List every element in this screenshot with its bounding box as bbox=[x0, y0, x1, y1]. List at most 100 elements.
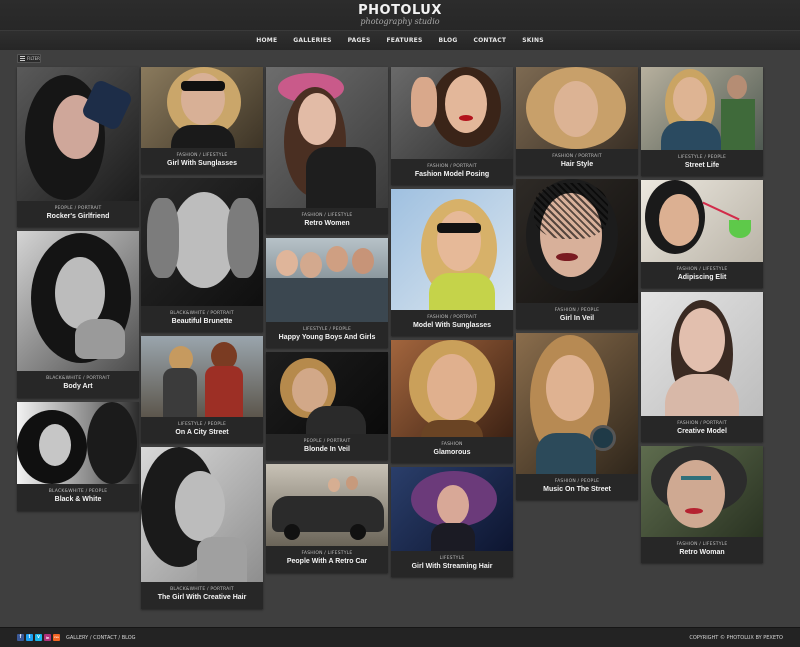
item-title: Street Life bbox=[684, 162, 720, 169]
twitter-icon[interactable]: t bbox=[26, 634, 33, 641]
item-category: FASHION / PORTRAIT bbox=[677, 421, 727, 426]
photo-glamorous bbox=[391, 340, 513, 437]
photo-girl-in-veil bbox=[516, 179, 638, 303]
gallery-item[interactable]: FASHION / LIFESTYLE Retro Women bbox=[266, 67, 388, 234]
vimeo-icon[interactable]: v bbox=[35, 634, 42, 641]
social-links: f t v in rss bbox=[17, 634, 60, 641]
photo-street-life bbox=[641, 67, 763, 150]
item-category: LIFESTYLE / PEOPLE bbox=[677, 155, 727, 160]
item-category: FASHION / LIFESTYLE bbox=[301, 213, 353, 218]
filter-button[interactable]: FILTER bbox=[17, 54, 41, 63]
footer-link-gallery[interactable]: GALLERY bbox=[66, 635, 88, 641]
item-category: LIFESTYLE / PEOPLE bbox=[302, 327, 352, 332]
main-nav: HOME GALLERIES PAGES FEATURES BLOG CONTA… bbox=[0, 30, 800, 50]
footer-separator: / bbox=[89, 635, 92, 641]
photo-girl-with-sunglasses bbox=[141, 67, 263, 148]
item-category: BLACK&WHITE / PORTRAIT bbox=[170, 311, 234, 316]
instagram-icon[interactable]: in bbox=[44, 634, 51, 641]
photo-beautiful-brunette bbox=[141, 178, 263, 306]
item-category: FASHION / LIFESTYLE bbox=[676, 542, 728, 547]
gallery-item[interactable]: FASHION / PEOPLE Girl In Veil bbox=[516, 179, 638, 329]
nav-item-home[interactable]: HOME bbox=[248, 37, 285, 44]
item-category: PEOPLE / PORTRAIT bbox=[54, 206, 102, 211]
item-title: Retro Woman bbox=[679, 549, 725, 556]
nav-item-contact[interactable]: CONTACT bbox=[465, 37, 514, 44]
item-title: Creative Model bbox=[677, 428, 727, 435]
filter-icon bbox=[20, 55, 25, 62]
gallery-item[interactable]: LIFESTYLE / PEOPLE Happy Young Boys And … bbox=[266, 238, 388, 348]
item-title: Girl With Sunglasses bbox=[167, 160, 237, 167]
item-category: FASHION / LIFESTYLE bbox=[676, 267, 728, 272]
photo-on-a-city-street bbox=[141, 336, 263, 417]
item-title: Girl With Streaming Hair bbox=[411, 563, 493, 570]
item-title: Girl In Veil bbox=[559, 315, 595, 322]
nav-item-galleries[interactable]: GALLERIES bbox=[285, 37, 339, 44]
item-category: BLACK&WHITE / PEOPLE bbox=[48, 489, 108, 494]
gallery-item[interactable]: PEOPLE / PORTRAIT Blonde In Veil bbox=[266, 352, 388, 460]
gallery-item[interactable]: LIFESTYLE / PEOPLE Street Life bbox=[641, 67, 763, 176]
nav-item-skins[interactable]: SKINS bbox=[514, 37, 552, 44]
photo-music-on-the-street bbox=[516, 333, 638, 474]
item-title: Body Art bbox=[63, 383, 93, 390]
gallery-item[interactable]: BLACK&WHITE / PEOPLE Black & White bbox=[17, 402, 139, 511]
gallery-item[interactable]: LIFESTYLE Girl With Streaming Hair bbox=[391, 467, 513, 577]
gallery-item[interactable]: FASHION / PORTRAIT Fashion Model Posing bbox=[391, 67, 513, 185]
item-title: The Girl With Creative Hair bbox=[157, 594, 247, 601]
photo-body-art bbox=[17, 231, 139, 371]
item-title: On A City Street bbox=[175, 429, 229, 436]
footer-separator: / bbox=[118, 635, 121, 641]
photo-adipiscing-elit bbox=[641, 180, 763, 262]
gallery-item[interactable]: FASHION / LIFESTYLE Adipiscing Elit bbox=[641, 180, 763, 288]
rss-icon[interactable]: rss bbox=[53, 634, 60, 641]
copyright-text: COPYRIGHT © PHOTOLUX BY PEXETO bbox=[689, 635, 783, 641]
item-category: FASHION / PORTRAIT bbox=[427, 164, 477, 169]
filter-label: FILTER bbox=[27, 56, 40, 61]
gallery-item[interactable]: FASHION Glamorous bbox=[391, 340, 513, 463]
photo-blonde-in-veil bbox=[266, 352, 388, 434]
gallery-item[interactable]: FASHION / PEOPLE Music On The Street bbox=[516, 333, 638, 500]
item-title: Black & White bbox=[54, 496, 102, 503]
gallery-item[interactable]: BLACK&WHITE / PORTRAIT Body Art bbox=[17, 231, 139, 398]
gallery-item[interactable]: FASHION / LIFESTYLE Retro Woman bbox=[641, 446, 763, 563]
footer-link-contact[interactable]: CONTACT bbox=[93, 635, 117, 641]
photo-girl-with-streaming-hair bbox=[391, 467, 513, 551]
item-category: LIFESTYLE bbox=[439, 556, 465, 561]
item-category: FASHION / PORTRAIT bbox=[552, 154, 602, 159]
photo-black-white bbox=[17, 402, 139, 484]
photo-retro-women bbox=[266, 67, 388, 208]
gallery-item[interactable]: BLACK&WHITE / PORTRAIT Beautiful Brunett… bbox=[141, 178, 263, 332]
item-category: FASHION / PEOPLE bbox=[554, 308, 600, 313]
nav-item-features[interactable]: FEATURES bbox=[378, 37, 430, 44]
gallery-item[interactable]: LIFESTYLE / PEOPLE On A City Street bbox=[141, 336, 263, 443]
photo-happy-young-boys-and-girls bbox=[266, 238, 388, 322]
item-title: Happy Young Boys And Girls bbox=[278, 334, 376, 341]
item-category: FASHION / PORTRAIT bbox=[427, 315, 477, 320]
footer-link-blog[interactable]: BLOG bbox=[122, 635, 136, 641]
site-footer: f t v in rss GALLERY / CONTACT / BLOG CO… bbox=[0, 627, 800, 647]
photo-people-with-a-retro-car bbox=[266, 464, 388, 546]
gallery-item[interactable]: FASHION / LIFESTYLE Girl With Sunglasses bbox=[141, 67, 263, 174]
nav-item-blog[interactable]: BLOG bbox=[430, 37, 465, 44]
gallery-item[interactable]: FASHION / PORTRAIT Hair Style bbox=[516, 67, 638, 175]
item-title: People With A Retro Car bbox=[286, 558, 368, 565]
photo-model-with-sunglasses bbox=[391, 189, 513, 310]
nav-item-pages[interactable]: PAGES bbox=[340, 37, 379, 44]
photo-creative-model bbox=[641, 292, 763, 416]
photo-rockers-girlfriend bbox=[17, 67, 139, 201]
facebook-icon[interactable]: f bbox=[17, 634, 24, 641]
gallery-item[interactable]: FASHION / PORTRAIT Model With Sunglasses bbox=[391, 189, 513, 336]
item-title: Fashion Model Posing bbox=[414, 171, 490, 178]
footer-links: GALLERY / CONTACT / BLOG bbox=[66, 635, 136, 641]
item-title: Blonde In Veil bbox=[304, 446, 350, 453]
gallery-item[interactable]: FASHION / LIFESTYLE People With A Retro … bbox=[266, 464, 388, 573]
gallery-item[interactable]: BLACK&WHITE / PORTRAIT The Girl With Cre… bbox=[141, 447, 263, 609]
item-category: FASHION bbox=[441, 442, 463, 447]
gallery-item[interactable]: FASHION / PORTRAIT Creative Model bbox=[641, 292, 763, 442]
site-header: PHOTOLUX photography studio HOME GALLERI… bbox=[0, 0, 800, 50]
site-logo[interactable]: PHOTOLUX photography studio bbox=[0, 3, 800, 26]
item-title: Glamorous bbox=[433, 449, 471, 456]
site-title: PHOTOLUX bbox=[358, 3, 442, 18]
item-title: Adipiscing Elit bbox=[677, 274, 727, 281]
item-category: FASHION / LIFESTYLE bbox=[176, 153, 228, 158]
gallery-item[interactable]: PEOPLE / PORTRAIT Rocker's Girlfriend bbox=[17, 67, 139, 227]
